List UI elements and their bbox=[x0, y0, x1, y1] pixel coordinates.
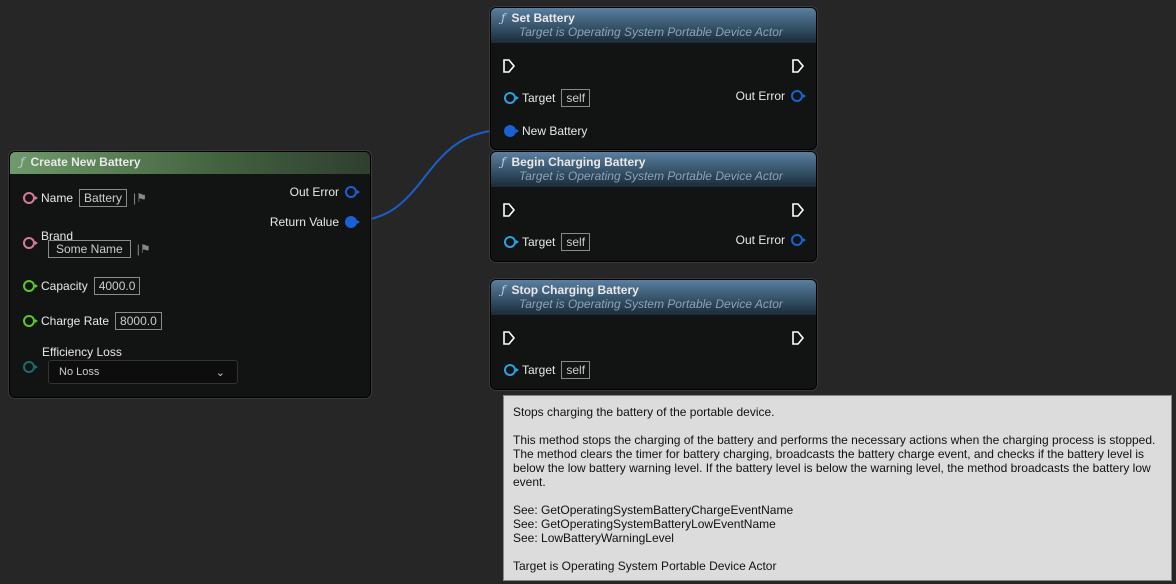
target-label: Target bbox=[522, 235, 556, 249]
see-line: See: LowBatteryWarningLevel bbox=[513, 531, 674, 545]
tooltip-see-also: See: GetOperatingSystemBatteryChargeEven… bbox=[513, 503, 1162, 545]
node-header: ƒ Stop Charging Battery Target is Operatin… bbox=[491, 280, 816, 315]
efficiency-loss-label: Efficiency Loss bbox=[42, 345, 122, 359]
return-value-pin[interactable] bbox=[345, 216, 360, 228]
target-pin[interactable] bbox=[504, 92, 519, 104]
exec-in-pin-icon[interactable] bbox=[502, 202, 516, 218]
target-label: Target bbox=[522, 91, 556, 105]
target-pin[interactable] bbox=[504, 364, 519, 376]
set-battery-node[interactable]: ƒ Set Battery Target is Operating System P… bbox=[490, 7, 817, 150]
stop-charging-battery-node[interactable]: ƒ Stop Charging Battery Target is Operatin… bbox=[490, 279, 817, 390]
function-icon: ƒ bbox=[501, 11, 506, 25]
chevron-down-icon: ⌄ bbox=[215, 366, 225, 379]
node-subtitle: Target is Operating System Portable Devi… bbox=[519, 25, 783, 39]
node-tooltip: Stops charging the battery of the portab… bbox=[503, 395, 1172, 581]
exec-in-pin-icon[interactable] bbox=[502, 58, 516, 74]
charge-rate-label: Charge Rate bbox=[41, 314, 110, 328]
node-title: Begin Charging Battery bbox=[511, 155, 646, 169]
node-subtitle: Target is Operating System Portable Devi… bbox=[519, 297, 783, 311]
out-error-pin[interactable] bbox=[345, 186, 360, 198]
node-title: Stop Charging Battery bbox=[511, 283, 639, 297]
out-error-label: Out Error bbox=[289, 185, 339, 199]
charge-rate-input[interactable]: 8000.0 bbox=[115, 312, 162, 330]
create-new-battery-node[interactable]: ƒ Create New Battery Name Battery |⚑ Brand … bbox=[9, 151, 371, 398]
name-input[interactable]: Battery bbox=[79, 189, 128, 207]
node-subtitle: Target is Operating System Portable Devi… bbox=[519, 169, 783, 183]
capacity-pin[interactable] bbox=[23, 280, 38, 292]
see-line: See: GetOperatingSystemBatteryChargeEven… bbox=[513, 503, 794, 517]
capacity-input[interactable]: 4000.0 bbox=[93, 277, 141, 295]
node-header: ƒ Create New Battery bbox=[10, 152, 370, 174]
target-input[interactable]: self bbox=[561, 89, 591, 107]
brand-pin[interactable] bbox=[23, 237, 38, 249]
name-pin[interactable] bbox=[23, 192, 38, 204]
tooltip-target: Target is Operating System Portable Devi… bbox=[513, 559, 777, 573]
exec-out-pin-icon[interactable] bbox=[791, 202, 805, 218]
target-input[interactable]: self bbox=[561, 361, 591, 379]
new-battery-label: New Battery bbox=[522, 124, 588, 138]
function-icon: ƒ bbox=[501, 283, 506, 297]
return-value-label: Return Value bbox=[269, 215, 339, 229]
out-error-pin[interactable] bbox=[791, 234, 806, 246]
node-title: Set Battery bbox=[511, 11, 575, 25]
out-error-label: Out Error bbox=[735, 233, 785, 247]
out-error-pin[interactable] bbox=[791, 90, 806, 102]
begin-charging-battery-node[interactable]: ƒ Begin Charging Battery Target is Operati… bbox=[490, 151, 817, 262]
new-battery-pin[interactable] bbox=[504, 125, 519, 137]
target-input[interactable]: self bbox=[561, 233, 591, 251]
target-pin[interactable] bbox=[504, 236, 519, 248]
node-header: ƒ Begin Charging Battery Target is Operati… bbox=[491, 152, 816, 187]
exec-out-pin-icon[interactable] bbox=[791, 58, 805, 74]
efficiency-loss-pin[interactable] bbox=[23, 361, 38, 373]
exec-in-pin-icon[interactable] bbox=[502, 330, 516, 346]
capacity-label: Capacity bbox=[41, 279, 88, 293]
out-error-label: Out Error bbox=[735, 89, 785, 103]
node-title: Create New Battery bbox=[30, 155, 141, 169]
tooltip-body: This method stops the charging of the ba… bbox=[513, 433, 1156, 489]
brand-input[interactable]: Some Name bbox=[48, 240, 131, 258]
see-line: See: GetOperatingSystemBatteryLowEventNa… bbox=[513, 517, 776, 531]
target-label: Target bbox=[522, 363, 556, 377]
node-header: ƒ Set Battery Target is Operating System P… bbox=[491, 8, 816, 43]
exec-out-pin-icon[interactable] bbox=[791, 330, 805, 346]
name-label: Name bbox=[41, 191, 74, 205]
efficiency-loss-dropdown[interactable]: No Loss ⌄ bbox=[48, 360, 238, 384]
charge-rate-pin[interactable] bbox=[23, 315, 38, 327]
localization-flag-icon[interactable]: |⚑ bbox=[137, 242, 151, 256]
efficiency-loss-value: No Loss bbox=[59, 366, 100, 378]
localization-flag-icon[interactable]: |⚑ bbox=[133, 191, 147, 205]
tooltip-summary: Stops charging the battery of the portab… bbox=[513, 405, 775, 419]
function-icon: ƒ bbox=[20, 155, 25, 169]
function-icon: ƒ bbox=[501, 155, 506, 169]
